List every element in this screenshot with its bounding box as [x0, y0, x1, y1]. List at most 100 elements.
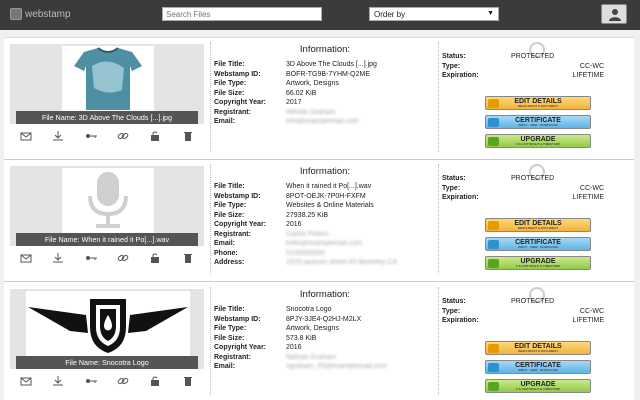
- logo-image: [26, 291, 190, 357]
- divider: [438, 42, 439, 152]
- expiration-value: LIFETIME: [572, 194, 604, 201]
- certificate-button[interactable]: CERTIFICATE PRINT · VIEW · DOWNLOAD: [485, 237, 591, 251]
- type-label: Type:: [442, 307, 461, 315]
- trash-icon[interactable]: [182, 131, 194, 141]
- user-account-button[interactable]: [601, 4, 627, 24]
- protection-status: Status: PROTECTED Type: CC-WC Expiration: L…: [442, 174, 632, 203]
- file-title-label: File Title:: [214, 183, 245, 190]
- registrant-label: Registrant:: [214, 353, 251, 361]
- user-icon: [609, 9, 621, 21]
- certificate-button[interactable]: CERTIFICATE PRINT · VIEW · DOWNLOAD: [485, 115, 591, 129]
- webstamp-id-label: Webstamp ID:: [214, 70, 261, 78]
- key-icon[interactable]: [85, 376, 97, 386]
- type-label: Type:: [442, 62, 461, 70]
- link-icon[interactable]: [117, 253, 129, 263]
- information-heading: Information:: [299, 166, 351, 177]
- file-type-value: Websites & Online Materials: [286, 202, 374, 209]
- file-actions: [10, 375, 204, 387]
- file-thumbnail[interactable]: File Name: Snocotra Logo: [10, 289, 204, 369]
- upgrade-button[interactable]: UPGRADE U.S COPYRIGHT & TIMESTAMP: [485, 134, 591, 148]
- edit-details-button[interactable]: EDIT DETAILS REGISTRANT & DOCUMENT: [485, 218, 591, 232]
- phone-value: 5105550000: [286, 249, 325, 257]
- upgrade-button[interactable]: UPGRADE U.S COPYRIGHT & TIMESTAMP: [485, 256, 591, 270]
- status-label: Status:: [442, 175, 466, 182]
- download-icon[interactable]: [52, 131, 64, 141]
- status-value: PROTECTED: [511, 298, 555, 305]
- file-name-bar: File Name: When it rained it Po[...].wav: [16, 233, 198, 246]
- file-type-label: File Type:: [214, 202, 247, 209]
- tshirt-image: [62, 46, 154, 112]
- file-type-label: File Type:: [214, 80, 247, 87]
- expiration-label: Expiration:: [442, 317, 479, 324]
- key-icon[interactable]: [85, 131, 97, 141]
- key-icon[interactable]: [85, 253, 97, 263]
- file-size-label: File Size:: [214, 334, 245, 342]
- file-type-value: Artwork, Designs: [286, 80, 339, 87]
- file-size-value: 573.8 KiB: [286, 334, 317, 342]
- file-actions: [10, 252, 204, 264]
- email-icon[interactable]: [20, 131, 32, 141]
- file-information: Information: File Title: When it rained i…: [214, 166, 436, 268]
- unlock-icon[interactable]: [149, 376, 161, 386]
- email-value: hello@examplemail.com: [286, 240, 363, 247]
- logo[interactable]: webstamp: [10, 8, 71, 20]
- file-thumbnail[interactable]: File Name: When it rained it Po[...].wav: [10, 166, 204, 246]
- file-size-label: File Size:: [214, 89, 245, 97]
- status-value: PROTECTED: [511, 175, 555, 182]
- link-icon[interactable]: [117, 376, 129, 386]
- registrant-value: Nathan Graham: [286, 353, 336, 361]
- email-label: Email:: [214, 363, 236, 370]
- copyright-year-value: 2016: [286, 344, 302, 351]
- logo-icon: [10, 8, 22, 20]
- file-card: File Name: Snocotra Logo Information: Fi…: [4, 283, 634, 400]
- information-heading: Information:: [299, 44, 351, 55]
- trash-icon[interactable]: [182, 253, 194, 263]
- registrant-value: Carlos Peters: [286, 230, 329, 238]
- expiration-label: Expiration:: [442, 194, 479, 201]
- email-value: ngraham_55@examplemail.com: [286, 363, 387, 370]
- file-type-label: File Type:: [214, 325, 247, 332]
- download-icon[interactable]: [52, 376, 64, 386]
- edit-details-button[interactable]: EDIT DETAILS REGISTRANT & DOCUMENT: [485, 96, 591, 110]
- type-value: CC-WC: [579, 307, 604, 315]
- divider: [210, 42, 211, 152]
- edit-icon: [488, 221, 499, 230]
- address-label: Address:: [214, 259, 245, 266]
- registrant-label: Registrant:: [214, 108, 251, 116]
- certificate-button[interactable]: CERTIFICATE PRINT · VIEW · DOWNLOAD: [485, 360, 591, 374]
- type-value: CC-WC: [579, 62, 604, 70]
- divider: [210, 287, 211, 395]
- chevron-down-icon: ▼: [487, 10, 494, 17]
- expiration-value: LIFETIME: [572, 317, 604, 324]
- link-icon[interactable]: [117, 131, 129, 141]
- registrant-label: Registrant:: [214, 230, 251, 238]
- divider: [438, 287, 439, 395]
- trash-icon[interactable]: [182, 376, 194, 386]
- edit-icon: [488, 344, 499, 353]
- file-title-value: 3D Above The Clouds [...].jpg: [286, 61, 377, 68]
- unlock-icon[interactable]: [149, 253, 161, 263]
- status-value: PROTECTED: [511, 53, 555, 60]
- email-icon[interactable]: [20, 376, 32, 386]
- search-input[interactable]: [162, 7, 322, 21]
- unlock-icon[interactable]: [149, 131, 161, 141]
- file-information: Information: File Title: 3D Above The Clo…: [214, 44, 436, 127]
- copyright-year-value: 2017: [286, 99, 302, 106]
- upgrade-icon: [488, 259, 499, 268]
- upgrade-icon: [488, 382, 499, 391]
- certificate-icon: [488, 363, 499, 372]
- upgrade-button[interactable]: UPGRADE U.S COPYRIGHT & TIMESTAMP: [485, 379, 591, 393]
- expiration-value: LIFETIME: [572, 72, 604, 79]
- expiration-label: Expiration:: [442, 72, 479, 79]
- divider: [438, 164, 439, 274]
- file-thumbnail[interactable]: File Name: 3D Above The Clouds [...].jpg: [10, 44, 204, 124]
- edit-details-button[interactable]: EDIT DETAILS REGISTRANT & DOCUMENT: [485, 341, 591, 355]
- divider: [210, 164, 211, 274]
- file-title-label: File Title:: [214, 61, 245, 68]
- file-title-label: File Title:: [214, 306, 245, 313]
- file-size-value: 66.02 KiB: [286, 89, 317, 97]
- email-icon[interactable]: [20, 253, 32, 263]
- download-icon[interactable]: [52, 253, 64, 263]
- order-by-select[interactable]: Order by ▼: [369, 7, 499, 21]
- address-value: 1525 jackson street #3 Berkeley CA: [286, 259, 398, 266]
